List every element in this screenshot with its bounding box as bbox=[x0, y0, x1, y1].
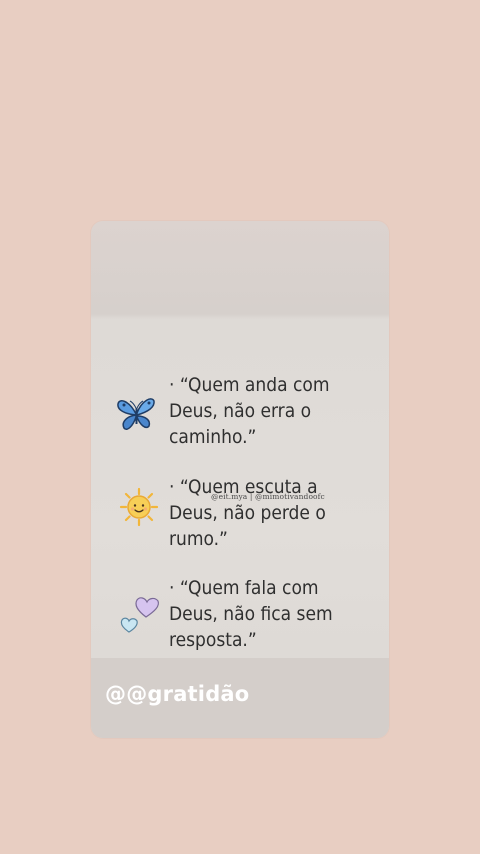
quote-3-line-2: Deus, não fica sem bbox=[169, 603, 333, 625]
butterfly-icon bbox=[115, 394, 157, 438]
quote-3: · “Quem fala com Deus, não fica sem resp… bbox=[169, 575, 369, 653]
quote-1-line-2: Deus, não erra o bbox=[169, 400, 312, 422]
quote-card: · “Quem anda com Deus, não erra o caminh… bbox=[91, 221, 389, 738]
sun-icon bbox=[119, 487, 159, 531]
hearts-icon bbox=[118, 591, 162, 639]
quote-3-line-3: resposta.” bbox=[169, 629, 257, 651]
quote-3-line-1: · “Quem fala com bbox=[169, 577, 319, 599]
quote-2: · “Quem escuta a Deus, não perde o rumo.… bbox=[169, 474, 369, 552]
footer-handle: @@gratidão bbox=[105, 682, 250, 706]
quote-2-line-2: Deus, não perde o bbox=[169, 502, 326, 524]
quote-1: · “Quem anda com Deus, não erra o caminh… bbox=[169, 372, 369, 450]
quote-2-line-3: rumo.” bbox=[169, 528, 228, 550]
quote-1-line-3: caminho.” bbox=[169, 426, 257, 448]
card-footer: @@gratidão bbox=[91, 658, 389, 738]
watermark: @eit.mya | @mimotivandoofc bbox=[211, 492, 325, 501]
quote-1-line-1: · “Quem anda com bbox=[169, 374, 330, 396]
